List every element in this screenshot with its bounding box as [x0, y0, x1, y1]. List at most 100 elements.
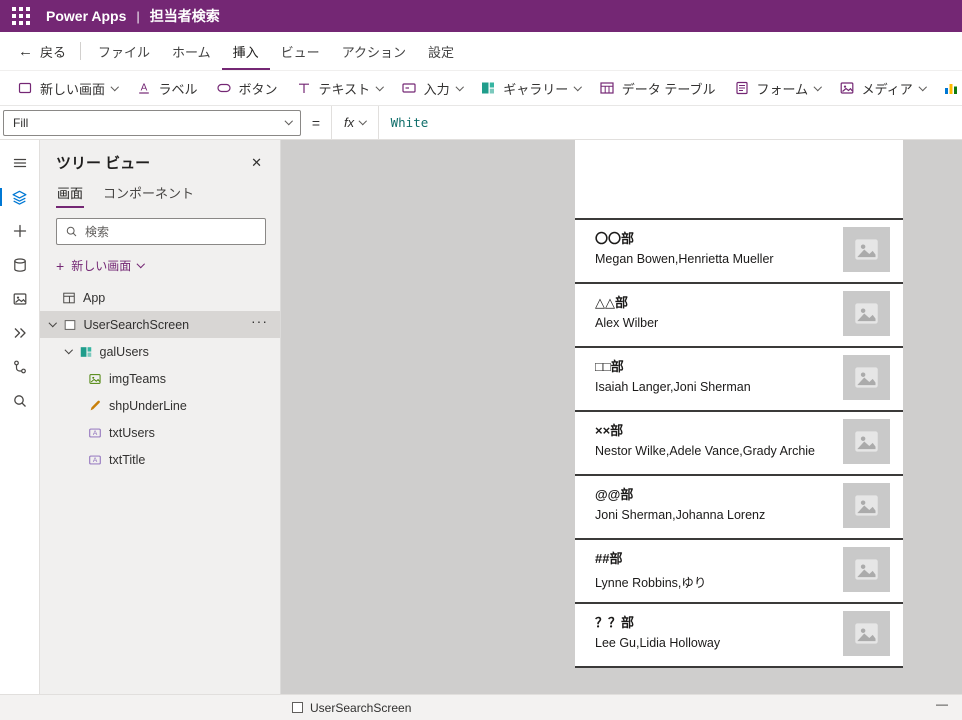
app-screen-preview[interactable]: 〇〇部 Megan Bowen,Henrietta Mueller △△部 Al… — [575, 140, 903, 668]
hamburger-menu-button[interactable] — [0, 146, 40, 180]
gallery-row[interactable]: ××部 Nestor Wilke,Adele Vance,Grady Archi… — [575, 410, 903, 474]
tree-item-imgteams[interactable]: imgTeams — [40, 365, 280, 392]
image-icon — [89, 373, 101, 384]
team-image-placeholder — [843, 419, 890, 464]
member-names: Alex Wilber — [595, 316, 659, 330]
text-button[interactable]: テキスト — [287, 74, 392, 102]
chevron-down-icon — [376, 82, 384, 91]
gallery-row[interactable]: @@部 Joni Sherman,Johanna Lorenz — [575, 474, 903, 538]
menu-item[interactable]: ホーム — [161, 32, 222, 70]
chart-icon — [945, 84, 958, 94]
power-automate-button[interactable] — [0, 316, 40, 350]
insert-button[interactable] — [0, 214, 40, 248]
image-placeholder-icon — [855, 431, 878, 452]
panel-tab[interactable]: 画面 — [56, 179, 84, 208]
tree-item-shpunderline[interactable]: shpUnderLine — [40, 392, 280, 419]
menu-item[interactable]: ビュー — [270, 32, 331, 70]
panel-title: ツリー ビュー — [56, 155, 151, 172]
gallery-icon — [80, 346, 91, 357]
plus-icon — [13, 224, 26, 238]
gallery-button[interactable]: ギャラリー — [471, 74, 590, 102]
database-icon — [13, 258, 26, 272]
waffle-icon[interactable] — [12, 7, 30, 25]
more-options-button[interactable]: ··· — [251, 313, 268, 329]
new-screen-icon — [18, 82, 32, 94]
data-table-button[interactable]: データ テーブル — [590, 74, 725, 102]
variables-button[interactable] — [0, 350, 40, 384]
chart-button[interactable] — [934, 74, 959, 102]
media-panel-button[interactable] — [0, 282, 40, 316]
panel-tabs: 画面 コンポーネント — [40, 177, 280, 208]
member-names: Isaiah Langer,Joni Sherman — [595, 380, 751, 394]
menu-item[interactable]: 設定 — [417, 32, 465, 70]
image-placeholder-icon — [855, 623, 878, 644]
new-screen-button[interactable]: 新しい画面 — [8, 74, 127, 102]
search-panel-button[interactable] — [0, 384, 40, 418]
chevron-down-icon — [110, 82, 119, 91]
screen-header-space — [575, 140, 903, 218]
media-button[interactable]: メディア — [830, 74, 935, 102]
department-title: □□部 — [595, 359, 624, 374]
tree-search-input[interactable] — [85, 224, 257, 239]
fx-button[interactable]: fx — [331, 106, 379, 139]
branch-icon — [13, 360, 26, 374]
tree-item-txtusers[interactable]: A txtUsers — [40, 419, 280, 446]
tree-item-galusers[interactable]: galUsers — [40, 338, 280, 365]
tree-view-button[interactable] — [0, 180, 40, 214]
label-button[interactable]: A ラベル — [127, 74, 207, 102]
top-app-bar: Power Apps | 担当者検索 — [0, 0, 962, 32]
gallery-row[interactable]: ##部 Lynne Robbins,ゆり — [575, 538, 903, 602]
gallery-icon — [482, 82, 495, 94]
new-screen-link[interactable]: + 新しい画面 — [40, 251, 280, 284]
back-button[interactable]: ← 戻る — [10, 32, 74, 70]
menu-item[interactable]: アクション — [331, 32, 417, 70]
menu-item-label: 設定 — [428, 44, 455, 60]
image-placeholder-icon — [855, 559, 878, 580]
chevron-down-icon — [358, 117, 367, 125]
design-canvas[interactable]: 〇〇部 Megan Bowen,Henrietta Mueller △△部 Al… — [281, 140, 962, 694]
collapse-button[interactable]: — — [936, 697, 948, 711]
left-rail — [0, 140, 40, 694]
form-button[interactable]: フォーム — [725, 74, 830, 102]
powerapps-studio: Power Apps | 担当者検索 ← 戻る ファイル ホーム 挿入 ビュー — [0, 0, 962, 720]
department-title: 〇〇部 — [595, 231, 635, 246]
media-icon — [840, 82, 854, 94]
picture-icon — [13, 293, 26, 305]
tree-search-box[interactable] — [56, 218, 266, 245]
member-names: Lee Gu,Lidia Holloway — [595, 636, 721, 650]
gallery-row[interactable]: △△部 Alex Wilber — [575, 282, 903, 346]
svg-text:A: A — [93, 430, 98, 437]
formula-input[interactable]: White — [391, 115, 429, 130]
screen-icon — [64, 319, 75, 330]
menu-item-label: ホーム — [172, 44, 211, 60]
chevron-down-icon — [814, 82, 822, 91]
tree-item-usersearchscreen[interactable]: UserSearchScreen ··· — [40, 311, 280, 338]
image-placeholder-icon — [855, 239, 878, 260]
button-button[interactable]: ボタン — [207, 74, 287, 102]
status-screen-indicator[interactable]: UserSearchScreen — [292, 695, 411, 720]
gallery-row[interactable]: □□部 Isaiah Langer,Joni Sherman — [575, 346, 903, 410]
chevron-down-icon[interactable] — [64, 346, 73, 354]
panel-tab[interactable]: コンポーネント — [102, 179, 195, 208]
tree-item-app[interactable]: App — [40, 284, 280, 311]
close-panel-button[interactable]: ✕ — [247, 153, 266, 173]
tree-item-txttitle[interactable]: A txtTitle — [40, 446, 280, 473]
app-name: Power Apps — [46, 8, 127, 24]
menu-item[interactable]: 挿入 — [222, 32, 270, 70]
menu-divider — [80, 42, 82, 60]
input-icon — [402, 83, 416, 93]
main-area: ツリー ビュー ✕ 画面 コンポーネント + — [0, 140, 962, 694]
data-sources-button[interactable] — [0, 248, 40, 282]
chevron-down-icon[interactable] — [48, 319, 57, 327]
menu-item[interactable]: ファイル — [87, 32, 161, 70]
tree-view-list: App UserSearchScreen ··· galUsers imgTea… — [40, 284, 280, 694]
property-selector[interactable]: Fill — [3, 109, 301, 136]
users-gallery[interactable]: 〇〇部 Megan Bowen,Henrietta Mueller △△部 Al… — [575, 218, 903, 668]
formula-bar: Fill = fx White — [0, 106, 962, 140]
input-button[interactable]: 入力 — [392, 74, 472, 102]
team-image-placeholder — [843, 291, 890, 336]
menu-item-label: 挿入 — [232, 44, 259, 60]
gallery-row[interactable]: 〇〇部 Megan Bowen,Henrietta Mueller — [575, 218, 903, 282]
gallery-row[interactable]: ？？部 Lee Gu,Lidia Holloway — [575, 602, 903, 666]
team-image-placeholder — [843, 227, 890, 272]
